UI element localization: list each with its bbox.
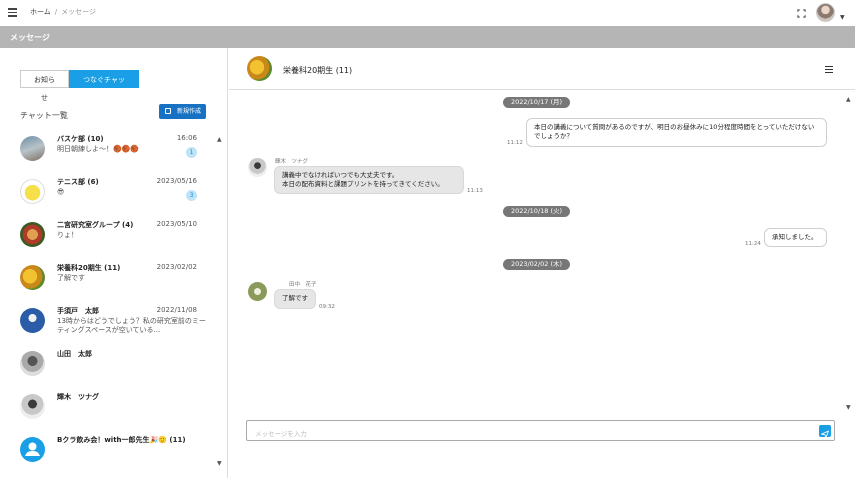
chat-title: 栄養科20期生 (11): [283, 66, 353, 75]
chat-avatar: [247, 56, 272, 81]
date-divider: 2022/10/18 (火): [503, 206, 570, 217]
user-icon: [20, 437, 45, 462]
message-time: 11:13: [467, 188, 483, 194]
avatar: [20, 222, 45, 247]
unread-badge: 3: [186, 190, 197, 201]
date-divider: 2023/02/02 (木): [503, 259, 570, 270]
chat-list-item[interactable]: 手須戸 太郎 2022/11/08 13時からはどうでしょう？私の研究室前のミー…: [20, 306, 206, 346]
edit-icon: [165, 108, 171, 114]
chevron-down-icon[interactable]: ▼: [846, 404, 851, 411]
menu-icon[interactable]: [8, 8, 17, 17]
new-chat-button[interactable]: 新規作成: [159, 104, 206, 119]
tab-notices[interactable]: お知らせ: [20, 70, 69, 102]
message-time: 09:32: [319, 304, 335, 310]
date-divider: 2022/10/17 (月): [503, 97, 570, 108]
page-header: メッセージ: [0, 26, 855, 48]
menu-icon[interactable]: [825, 66, 833, 73]
sender-name: 輝木 ツナグ: [275, 159, 309, 165]
message-time: 11:24: [745, 241, 761, 247]
fullscreen-icon[interactable]: [797, 9, 806, 18]
sender-avatar: [248, 158, 267, 177]
chat-list-item[interactable]: テニス部 (6) 2023/05/16 😎 3: [20, 177, 200, 217]
chat-list-scrollbar[interactable]: ▲ ▼: [216, 136, 224, 472]
user-avatar[interactable]: [816, 3, 835, 22]
tab-chat[interactable]: つなぐチャット: [69, 70, 139, 102]
avatar: [20, 179, 45, 204]
sender-name: 田中 花子: [289, 282, 317, 288]
avatar: [20, 308, 45, 333]
top-bar: ホーム / メッセージ ▼: [0, 0, 855, 26]
breadcrumb-home[interactable]: ホーム: [30, 8, 51, 16]
unread-badge: 1: [186, 147, 197, 158]
chat-list-panel: お知らせ つなぐチャット チャット一覧 新規作成 バスケ部 (10) 16:06…: [0, 48, 228, 478]
chat-list-item[interactable]: 輝木 ツナグ: [20, 392, 200, 432]
send-icon: [821, 430, 829, 438]
message-bubble: 承知しました。: [764, 228, 827, 247]
tab-group: お知らせ つなぐチャット: [20, 70, 139, 102]
message-input-box: [246, 420, 835, 444]
avatar: [20, 351, 45, 376]
chat-header: 栄養科20期生 (11): [229, 48, 855, 90]
chat-list-item[interactable]: 山田 太郎: [20, 349, 200, 389]
avatar: [20, 394, 45, 419]
chat-list-title: チャット一覧: [20, 111, 68, 120]
message-bubble: 了解です: [274, 289, 316, 309]
chevron-up-icon[interactable]: ▲: [217, 136, 222, 143]
chat-scrollbar[interactable]: ▲ ▼: [845, 96, 854, 414]
breadcrumb-current: メッセージ: [61, 8, 97, 16]
send-button[interactable]: [819, 425, 831, 438]
chevron-down-icon[interactable]: ▼: [840, 14, 845, 21]
message-input[interactable]: [247, 424, 807, 444]
sender-avatar: [248, 282, 267, 301]
chat-list-item[interactable]: バスケ部 (10) 16:06 明日朝練しよ〜！🏀🏀🏀 1: [20, 134, 200, 174]
message-time: 11:12: [507, 140, 523, 146]
chevron-down-icon[interactable]: ▼: [217, 460, 222, 467]
chat-panel: 栄養科20期生 (11) 2022/10/17 (月) 11:12 本日の講義に…: [229, 48, 855, 478]
breadcrumb: ホーム / メッセージ: [30, 8, 97, 16]
chevron-up-icon[interactable]: ▲: [846, 96, 851, 103]
page-title: メッセージ: [10, 33, 50, 42]
chat-list-item[interactable]: Bクラ飲み会！with一郎先生🎉🙂 (11): [20, 435, 200, 475]
chat-list-item[interactable]: 二宮研究室グループ (4) 2023/05/10 りょ！: [20, 220, 200, 260]
message-bubble: 本日の講義について質問があるのですが、明日のお昼休みに10分程度時間をとっていた…: [526, 118, 827, 147]
avatar: [20, 136, 45, 161]
message-bubble: 講義中でなければいつでも大丈夫です。 本日の配布資料と課題プリントを持ってきてく…: [274, 166, 464, 194]
avatar: [20, 265, 45, 290]
chat-list-item[interactable]: 栄養科20期生 (11) 2023/02/02 了解です: [20, 263, 200, 303]
